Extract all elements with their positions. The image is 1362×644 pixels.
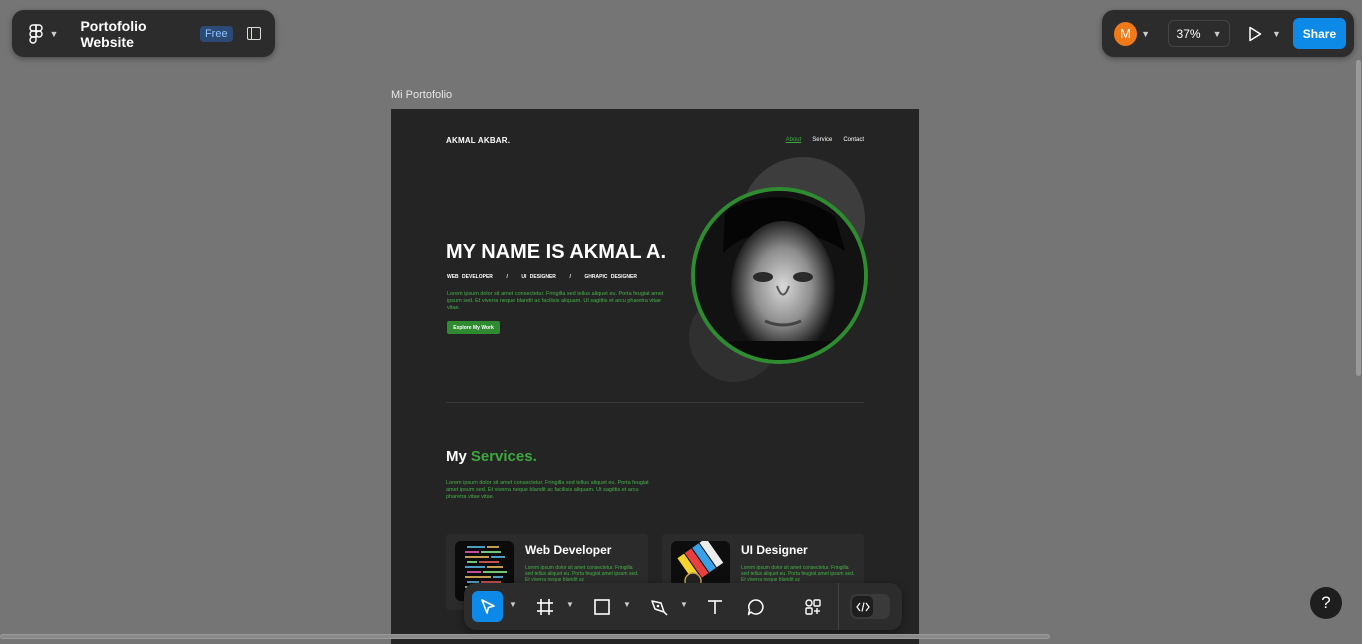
- card-description: Lorem ipsum dolor sit amet consectetur. …: [525, 565, 639, 583]
- file-panel: ▼ Portofolio Website Free: [12, 10, 275, 57]
- site-nav: About Service Contact: [786, 137, 864, 143]
- comment-icon: [747, 598, 764, 615]
- chevron-down-icon[interactable]: ▼: [566, 600, 574, 609]
- vertical-scrollbar[interactable]: [1356, 60, 1361, 376]
- services-description: Lorem ipsum dolor sit amet consectetur. …: [446, 480, 649, 500]
- code-icon: [852, 596, 873, 617]
- comment-tool[interactable]: [745, 591, 767, 622]
- zoom-dropdown[interactable]: 37% ▼: [1168, 20, 1230, 47]
- plan-badge[interactable]: Free: [199, 25, 233, 42]
- toolbar-divider: [838, 583, 839, 630]
- chevron-down-icon[interactable]: ▼: [50, 29, 59, 39]
- chevron-down-icon: ▼: [1212, 28, 1222, 39]
- rectangle-tool[interactable]: [591, 591, 613, 622]
- frame-label[interactable]: Mi Portofolio: [391, 89, 452, 101]
- horizontal-scrollbar[interactable]: [0, 634, 1050, 639]
- hero-roles: WEB DEVELOPER / UI DESIGNER / GHRAPIC DE…: [447, 274, 637, 280]
- pen-tool[interactable]: [648, 591, 670, 622]
- hero-title: MY NAME IS AKMAL A.: [446, 241, 667, 263]
- tools-toolbar: ▼ ▼ ▼ ▼: [464, 583, 902, 630]
- zoom-value: 37%: [1176, 26, 1201, 41]
- services-title-accent: Services.: [470, 448, 537, 465]
- chevron-down-icon[interactable]: ▼: [680, 600, 688, 609]
- avatar[interactable]: M: [1114, 21, 1138, 46]
- nav-contact[interactable]: Contact: [843, 137, 864, 143]
- file-title[interactable]: Portofolio Website: [80, 18, 190, 50]
- text-tool[interactable]: [704, 591, 726, 622]
- cursor-icon: [480, 598, 495, 614]
- play-icon: [1249, 26, 1262, 41]
- sidebar-toggle-icon[interactable]: [246, 27, 261, 40]
- brand-logo: AKMAL AKBAR.: [446, 136, 511, 145]
- share-button[interactable]: Share: [1292, 18, 1346, 49]
- chevron-down-icon[interactable]: ▼: [509, 600, 517, 609]
- move-tool[interactable]: [472, 591, 503, 622]
- actions-icon: [805, 598, 821, 615]
- present-button[interactable]: ▼: [1248, 26, 1281, 42]
- profile-photo: [691, 187, 868, 364]
- services-heading: My Services.: [446, 448, 537, 465]
- text-icon: [708, 599, 722, 614]
- pen-icon: [651, 599, 668, 616]
- card-title: Web Developer: [525, 543, 612, 557]
- explore-work-button[interactable]: Explore My Work: [447, 321, 500, 334]
- dev-mode-toggle[interactable]: [850, 594, 890, 619]
- chevron-down-icon[interactable]: ▼: [1272, 29, 1281, 39]
- chevron-down-icon[interactable]: ▼: [1141, 29, 1150, 39]
- frame-icon: [537, 598, 553, 615]
- section-divider: [446, 402, 864, 403]
- frame-tool[interactable]: [534, 591, 556, 622]
- services-title-prefix: My: [446, 448, 467, 465]
- portfolio-frame[interactable]: AKMAL AKBAR. About Service Contact MY NA…: [391, 109, 919, 644]
- actions-tool[interactable]: [802, 591, 824, 622]
- card-description: Lorem ipsum dolor sit amet consectetur. …: [741, 565, 855, 583]
- figma-logo-icon[interactable]: [26, 23, 46, 45]
- nav-service[interactable]: Service: [812, 137, 832, 143]
- help-button[interactable]: ?: [1310, 587, 1342, 619]
- collab-panel: M ▼ 37% ▼ ▼ Share: [1102, 10, 1354, 57]
- rectangle-icon: [594, 598, 610, 615]
- card-title: UI Designer: [741, 543, 808, 557]
- hero-description: Lorem ipsum dolor sit amet consectetur. …: [447, 291, 664, 311]
- nav-about[interactable]: About: [786, 137, 802, 143]
- chevron-down-icon[interactable]: ▼: [623, 600, 631, 609]
